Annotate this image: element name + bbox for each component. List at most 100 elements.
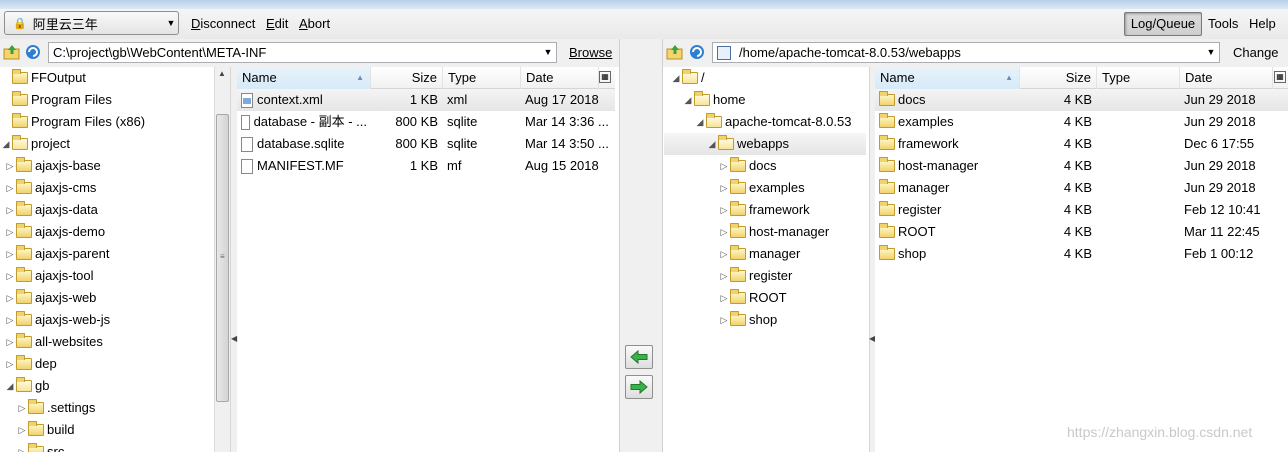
tree-item[interactable]: ◢ gb <box>0 375 214 397</box>
local-tree-scrollbar[interactable]: ▲ ≡ <box>214 67 230 452</box>
change-button[interactable]: Change <box>1233 45 1279 61</box>
tree-item[interactable]: ▷ examples <box>664 177 869 199</box>
scroll-left-arrow-icon[interactable]: ◀ <box>231 334 237 343</box>
expand-arrow-icon[interactable]: ▷ <box>718 221 730 243</box>
collapse-arrow-icon[interactable]: ◢ <box>670 67 682 89</box>
browse-button[interactable]: Browse <box>569 45 612 61</box>
tree-item[interactable]: ▷ docs <box>664 155 869 177</box>
expand-arrow-icon[interactable]: ▷ <box>4 243 16 265</box>
file-row[interactable]: MANIFEST.MF 1 KB mf Aug 15 2018 <box>237 155 615 177</box>
expand-arrow-icon[interactable]: ▷ <box>718 287 730 309</box>
expand-arrow-icon[interactable]: ▷ <box>4 199 16 221</box>
collapse-arrow-icon[interactable]: ◢ <box>694 111 706 133</box>
tree-item[interactable]: ▷ register <box>664 265 869 287</box>
tree-item[interactable]: ▷ ajaxjs-web-js <box>0 309 214 331</box>
log-queue-button[interactable]: Log/Queue <box>1124 12 1202 36</box>
tree-item[interactable]: ▷ dep <box>0 353 214 375</box>
remote-up-folder-icon[interactable] <box>666 43 684 61</box>
tree-item[interactable]: FFOutput <box>0 67 214 89</box>
expand-arrow-icon[interactable]: ▷ <box>718 265 730 287</box>
download-button[interactable] <box>625 345 653 369</box>
remote-col-size[interactable]: Size <box>1020 67 1097 89</box>
local-path-input[interactable]: C:\project\gb\WebContent\META-INF ▼ <box>48 42 557 63</box>
file-row[interactable]: context.xml 1 KB xml Aug 17 2018 <box>237 89 615 111</box>
local-col-date[interactable]: Date <box>521 67 599 89</box>
file-row[interactable]: shop 4 KB Feb 1 00:12 <box>875 243 1288 265</box>
site-selector[interactable]: 🔒 阿里云三年 ▼ <box>4 11 179 35</box>
expand-arrow-icon[interactable]: ▷ <box>718 309 730 331</box>
local-up-folder-icon[interactable] <box>3 43 21 61</box>
chevron-down-icon[interactable]: ▼ <box>540 43 556 62</box>
tree-item[interactable]: ▷ build <box>0 419 214 441</box>
local-col-type[interactable]: Type <box>443 67 521 89</box>
local-col-name[interactable]: Name ▲ <box>237 67 371 89</box>
file-row[interactable]: ROOT 4 KB Mar 11 22:45 <box>875 221 1288 243</box>
collapse-arrow-icon[interactable]: ◢ <box>0 133 12 155</box>
tree-item[interactable]: ▷ manager <box>664 243 869 265</box>
tree-item[interactable]: ▷ ajaxjs-parent <box>0 243 214 265</box>
expand-arrow-icon[interactable]: ▷ <box>4 221 16 243</box>
file-row[interactable]: framework 4 KB Dec 6 17:55 <box>875 133 1288 155</box>
tree-item[interactable]: ▷ host-manager <box>664 221 869 243</box>
expand-arrow-icon[interactable]: ▷ <box>16 419 28 441</box>
local-col-size[interactable]: Size <box>371 67 443 89</box>
file-row[interactable]: examples 4 KB Jun 29 2018 <box>875 111 1288 133</box>
tree-item[interactable]: ▷ .settings <box>0 397 214 419</box>
expand-arrow-icon[interactable]: ▷ <box>718 243 730 265</box>
tree-item[interactable]: ▷ ajaxjs-cms <box>0 177 214 199</box>
menu-edit[interactable]: Edit <box>266 15 288 33</box>
menu-help[interactable]: Help <box>1249 15 1276 33</box>
menu-tools[interactable]: Tools <box>1208 15 1238 33</box>
tree-item[interactable]: ▷ ajaxjs-web <box>0 287 214 309</box>
menu-disconnect[interactable]: Disconnect <box>191 15 255 33</box>
scrollbar-thumb[interactable]: ≡ <box>216 114 229 402</box>
expand-arrow-icon[interactable]: ▷ <box>4 309 16 331</box>
file-row[interactable]: host-manager 4 KB Jun 29 2018 <box>875 155 1288 177</box>
file-row[interactable]: manager 4 KB Jun 29 2018 <box>875 177 1288 199</box>
column-chooser-icon[interactable]: ▦ <box>1274 71 1286 83</box>
file-row[interactable]: database.sqlite 800 KB sqlite Mar 14 3:50 .… <box>237 133 615 155</box>
tree-item[interactable]: ◢ home <box>664 89 869 111</box>
remote-col-name[interactable]: Name ▲ <box>875 67 1020 89</box>
expand-arrow-icon[interactable]: ▷ <box>4 287 16 309</box>
chevron-down-icon[interactable]: ▼ <box>1203 43 1219 62</box>
expand-arrow-icon[interactable]: ▷ <box>4 155 16 177</box>
tree-item[interactable]: ▷ ajaxjs-base <box>0 155 214 177</box>
tree-item[interactable]: ▷ ajaxjs-data <box>0 199 214 221</box>
collapse-arrow-icon[interactable]: ◢ <box>682 89 694 111</box>
menu-abort[interactable]: Abort <box>299 15 330 33</box>
column-chooser-icon[interactable]: ▦ <box>599 71 611 83</box>
tree-item[interactable]: ▷ ajaxjs-tool <box>0 265 214 287</box>
remote-refresh-icon[interactable] <box>688 43 706 61</box>
tree-item[interactable]: Program Files <box>0 89 214 111</box>
tree-item[interactable]: ▷ src <box>0 441 214 452</box>
expand-arrow-icon[interactable]: ▷ <box>4 353 16 375</box>
tree-item[interactable]: ◢ / <box>664 67 869 89</box>
file-row[interactable]: database - 副本 - ... 800 KB sqlite Mar 14 3:… <box>237 111 615 133</box>
remote-path-input[interactable]: /home/apache-tomcat-8.0.53/webapps ▼ <box>712 42 1220 63</box>
tree-item[interactable]: ◢ webapps <box>664 133 866 155</box>
expand-arrow-icon[interactable]: ▷ <box>4 331 16 353</box>
tree-item[interactable]: Program Files (x86) <box>0 111 214 133</box>
expand-arrow-icon[interactable]: ▷ <box>16 441 28 452</box>
tree-item[interactable]: ▷ framework <box>664 199 869 221</box>
tree-item[interactable]: ▷ shop <box>664 309 869 331</box>
collapse-arrow-icon[interactable]: ◢ <box>706 133 718 155</box>
local-tree-divider[interactable] <box>230 67 237 452</box>
upload-button[interactable] <box>625 375 653 399</box>
expand-arrow-icon[interactable]: ▷ <box>718 155 730 177</box>
collapse-arrow-icon[interactable]: ◢ <box>4 375 16 397</box>
tree-item[interactable]: ▷ all-websites <box>0 331 214 353</box>
expand-arrow-icon[interactable]: ▷ <box>4 265 16 287</box>
tree-item[interactable]: ◢ apache-tomcat-8.0.53 <box>664 111 869 133</box>
tree-item[interactable]: ◢ project <box>0 133 214 155</box>
scroll-up-arrow-icon[interactable]: ▲ <box>218 69 226 78</box>
expand-arrow-icon[interactable]: ▷ <box>718 177 730 199</box>
tree-item[interactable]: ▷ ajaxjs-demo <box>0 221 214 243</box>
remote-col-type[interactable]: Type <box>1097 67 1180 89</box>
expand-arrow-icon[interactable]: ▷ <box>718 199 730 221</box>
expand-arrow-icon[interactable]: ▷ <box>16 397 28 419</box>
tree-item[interactable]: ▷ ROOT <box>664 287 869 309</box>
remote-col-date[interactable]: Date <box>1180 67 1273 89</box>
file-row[interactable]: docs 4 KB Jun 29 2018 <box>875 89 1288 111</box>
